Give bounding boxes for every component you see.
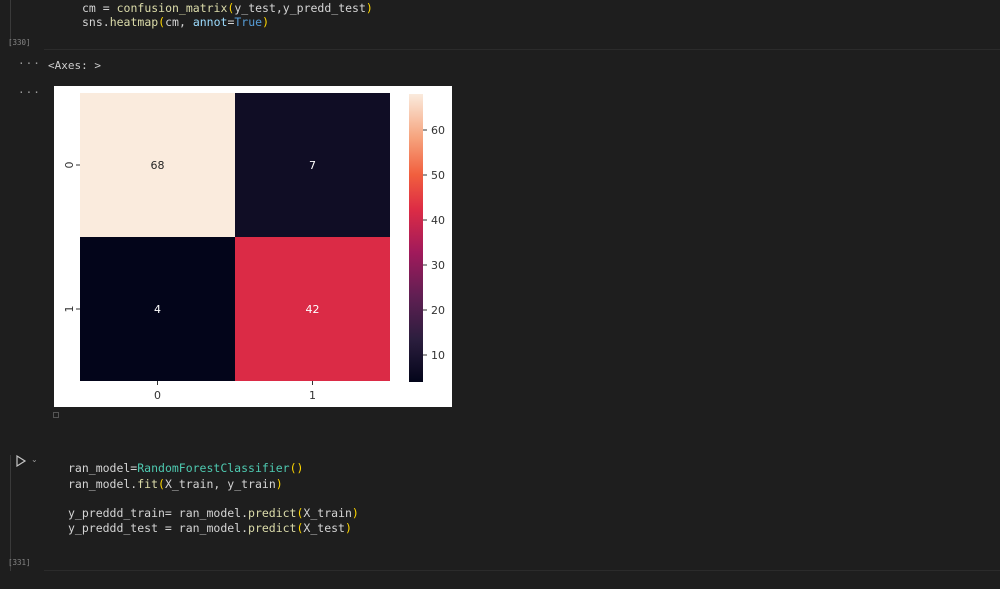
code-line: ran_model=RandomForestClassifier() xyxy=(68,461,304,475)
colorbar-tick-label: 50 xyxy=(431,169,445,182)
cell-gutter-line xyxy=(10,455,11,571)
heatmap-plot: 68 7 4 42 0101 10 20 30 40 50 60 xyxy=(54,86,452,407)
code-line: y_preddd_test = ran_model.predict(X_test… xyxy=(68,521,352,535)
code-editor-2[interactable]: ran_model=RandomForestClassifier() ran_m… xyxy=(44,447,1000,571)
execution-count: [330] xyxy=(8,38,31,47)
x-tick-label: 0 xyxy=(154,389,161,402)
output-more-icon[interactable]: ··· xyxy=(18,57,41,70)
code-line: y_preddd_train= ran_model.predict(X_trai… xyxy=(68,506,359,520)
y-tick-label: 1 xyxy=(63,306,76,313)
output-scroll-handle[interactable] xyxy=(53,412,59,418)
heatmap-annotation: 4 xyxy=(154,303,161,316)
chevron-down-icon[interactable]: ⌄ xyxy=(31,455,38,464)
code-line: cm = confusion_matrix(y_test,y_predd_tes… xyxy=(82,1,373,15)
heatmap-svg: 68 74 42 0 101 102030405060 xyxy=(63,93,445,402)
code-cell-1[interactable]: cm = confusion_matrix(y_test,y_predd_tes… xyxy=(0,0,1000,50)
colorbar-tick-label: 40 xyxy=(431,214,445,227)
code-editor-1[interactable]: cm = confusion_matrix(y_test,y_predd_tes… xyxy=(44,0,1000,50)
heatmap-cells: 68 7 4 42 xyxy=(80,93,390,381)
colorbar-ticks: 10 20 30 40 50 60 xyxy=(423,124,445,362)
heatmap-annotation: 7 xyxy=(309,159,316,172)
heatmap-annotation: 68 xyxy=(151,159,165,172)
colorbar-tick-label: 10 xyxy=(431,349,445,362)
y-tick-label: 0 xyxy=(63,162,76,169)
colorbar xyxy=(409,94,423,382)
execution-count: [331] xyxy=(8,558,31,567)
output-text: <Axes: > xyxy=(48,59,101,72)
heatmap-annotation: 42 xyxy=(306,303,320,316)
colorbar-tick-label: 60 xyxy=(431,124,445,137)
colorbar-tick-label: 30 xyxy=(431,259,445,272)
output-more-icon[interactable]: ··· xyxy=(18,86,41,99)
code-line: ran_model.fit(X_train, y_train) xyxy=(68,477,283,491)
run-cell-icon[interactable] xyxy=(15,455,27,467)
code-line: sns.heatmap(cm, annot=True) xyxy=(82,15,270,29)
code-cell-2[interactable]: ran_model=RandomForestClassifier() ran_m… xyxy=(0,447,1000,571)
colorbar-tick-label: 20 xyxy=(431,304,445,317)
x-tick-label: 1 xyxy=(309,389,316,402)
